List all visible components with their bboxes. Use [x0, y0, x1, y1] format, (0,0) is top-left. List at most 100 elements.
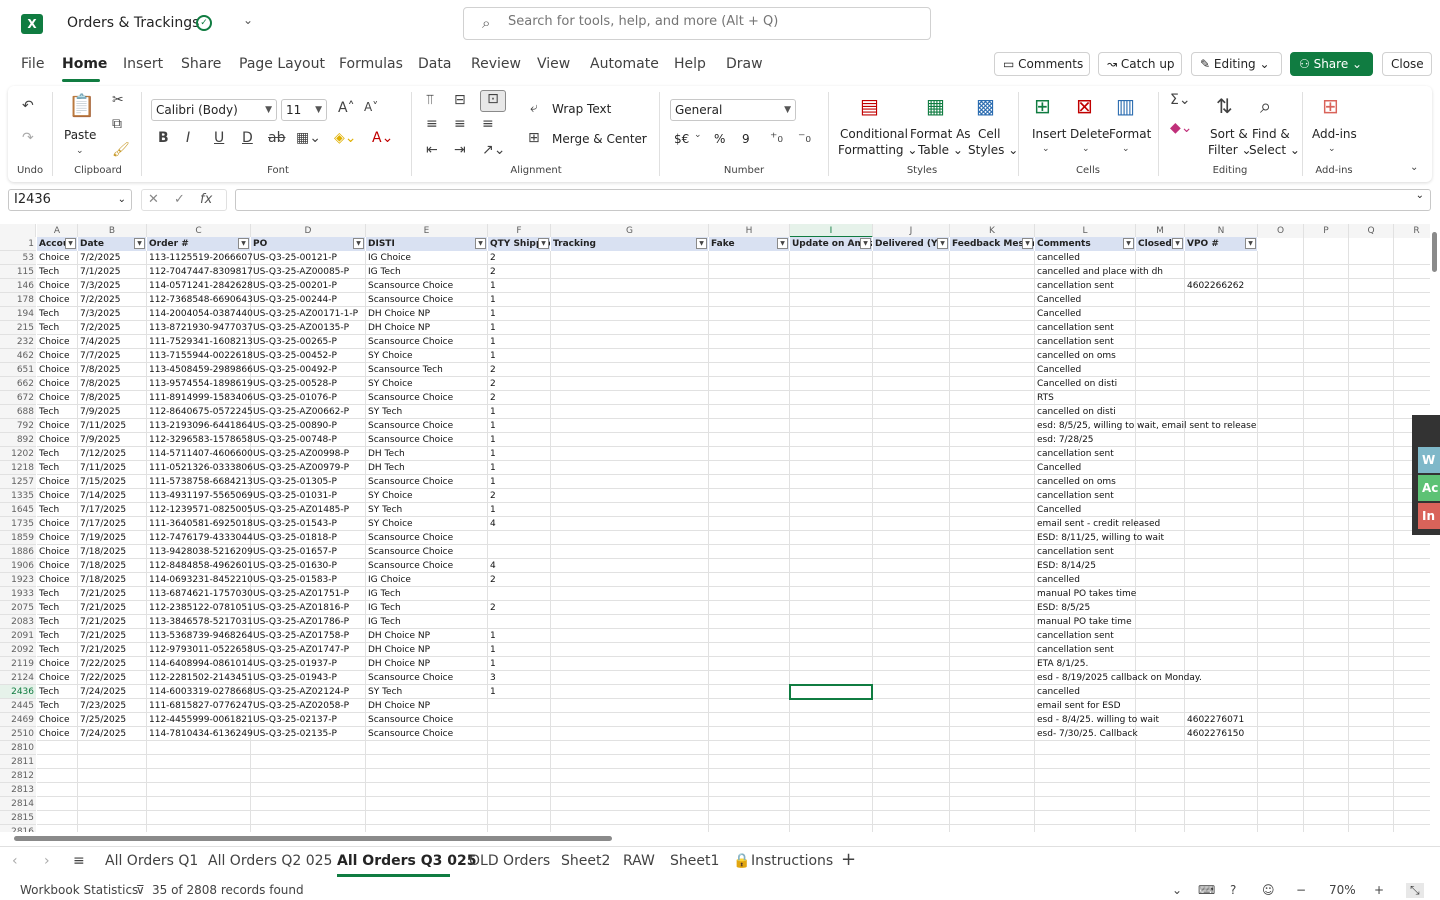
catch-up-button[interactable]: ↝ Catch up	[1098, 52, 1182, 76]
menu-draw[interactable]: Draw	[726, 56, 763, 72]
cell-a[interactable]: Choice	[37, 377, 69, 391]
cell-e[interactable]: IG Tech	[366, 601, 401, 615]
cell-n[interactable]: 4602276071	[1185, 713, 1244, 727]
align-left-icon[interactable]: ≡	[426, 116, 438, 132]
menu-share[interactable]: Share	[181, 56, 221, 72]
filter-dropdown-icon[interactable]: ▼	[777, 238, 788, 249]
cell-c[interactable]: 112-7368548-6690643	[147, 293, 253, 307]
cell-styles-icon[interactable]: ▩	[976, 94, 995, 118]
column-header-i[interactable]: I	[790, 224, 873, 238]
cell-e[interactable]: SY Choice	[366, 517, 413, 531]
cell-a[interactable]: Choice	[37, 419, 69, 433]
header-cell[interactable]: Closed ▼	[1136, 237, 1185, 251]
cell-f[interactable]: 2	[488, 377, 496, 391]
cell-n[interactable]	[1185, 433, 1187, 447]
cell-f[interactable]: 3	[488, 671, 496, 685]
cell-a[interactable]: Choice	[37, 391, 69, 405]
cell-c[interactable]: 111-0521326-0333806	[147, 461, 253, 475]
help-icon[interactable]: ?	[1230, 883, 1236, 897]
row-header[interactable]: 2814	[0, 797, 36, 811]
filter-dropdown-icon[interactable]: ▼	[134, 238, 145, 249]
cell-n[interactable]	[1185, 307, 1187, 321]
header-cell[interactable]: Tracking ▼	[551, 237, 709, 251]
cell-c[interactable]: 112-7047447-8309817	[147, 265, 253, 279]
sheet-tab-all-orders-q2[interactable]: All Orders Q2 025	[208, 853, 332, 869]
cell-e[interactable]: Scansource Choice	[366, 713, 453, 727]
cell-f[interactable]	[488, 699, 490, 713]
bold-icon[interactable]: B	[158, 130, 169, 146]
side-panel-ac[interactable]: Ac	[1418, 475, 1440, 501]
select-label[interactable]: Select ⌄	[1249, 143, 1300, 158]
cell-b[interactable]: 7/21/2025	[78, 629, 126, 643]
cell-d[interactable]: US-Q3-25-00265-P	[251, 335, 337, 349]
cell-d[interactable]: US-Q3-25-01583-P	[251, 573, 337, 587]
cell-b[interactable]: 7/8/2025	[78, 363, 120, 377]
menu-automate[interactable]: Automate	[590, 56, 659, 72]
cell-b[interactable]: 7/21/2025	[78, 587, 126, 601]
cell-b[interactable]: 7/3/2025	[78, 307, 120, 321]
cell-f[interactable]: 1	[488, 349, 496, 363]
cell-b[interactable]: 7/12/2025	[78, 447, 126, 461]
column-header-k[interactable]: K	[950, 224, 1035, 238]
cell-l[interactable]: cancellation sent	[1035, 643, 1114, 657]
row-header[interactable]: 2810	[0, 741, 36, 755]
cell-c[interactable]: 113-7155944-0022618	[147, 349, 253, 363]
cell-l[interactable]: email sent - credit released	[1035, 517, 1160, 531]
cell-f[interactable]: 4	[488, 517, 496, 531]
cell-a[interactable]: Choice	[37, 531, 69, 545]
cell-a[interactable]: Tech	[37, 699, 59, 713]
cell-f[interactable]	[488, 545, 490, 559]
row-header[interactable]: 194	[0, 307, 36, 321]
cell-l[interactable]: esd: 7/28/25	[1035, 433, 1094, 447]
comma-button[interactable]: 9	[742, 132, 750, 147]
cell-c[interactable]: 113-6874621-1757030	[147, 587, 253, 601]
cell-e[interactable]: DH Tech	[366, 447, 405, 461]
cell-c[interactable]: 111-8914999-1583406	[147, 391, 253, 405]
cell-l[interactable]: esd: 8/5/25, willing to wait, email sent…	[1035, 419, 1256, 433]
cell-f[interactable]: 1	[488, 335, 496, 349]
select-all-corner[interactable]	[0, 224, 36, 237]
row-header[interactable]: 146	[0, 279, 36, 293]
row-header[interactable]: 688	[0, 405, 36, 419]
row-header[interactable]: 2445	[0, 699, 36, 713]
cell-c[interactable]: 114-5711407-4606600	[147, 447, 253, 461]
cell-l[interactable]: esd - 8/19/2025 callback on Monday.	[1035, 671, 1202, 685]
menu-data[interactable]: Data	[418, 56, 451, 72]
header-cell[interactable]: PO ▼	[251, 237, 366, 251]
cell-f[interactable]: 2	[488, 363, 496, 377]
cell-e[interactable]: DH Choice NP	[366, 307, 430, 321]
cell-d[interactable]: US-Q3-25-AZ00979-P	[251, 461, 349, 475]
cell-l[interactable]: cancelled	[1035, 573, 1080, 587]
chevron-down-icon[interactable]: ⌄	[1416, 190, 1424, 201]
autosum-icon[interactable]: Σ⌄	[1170, 92, 1191, 108]
cell-b[interactable]: 7/18/2025	[78, 559, 126, 573]
header-cell[interactable]: Update on Amazon▼	[790, 237, 873, 251]
column-header-n[interactable]: N	[1185, 224, 1258, 238]
cell-c[interactable]: 113-2193096-6441864	[147, 419, 253, 433]
cell-d[interactable]: US-Q3-25-AZ00135-P	[251, 321, 349, 335]
cell-f[interactable]: 1	[488, 279, 496, 293]
percent-button[interactable]: %	[714, 132, 725, 147]
add-ins-button[interactable]: Add-ins	[1312, 127, 1357, 142]
menu-formulas[interactable]: Formulas	[339, 56, 403, 72]
row-header[interactable]: 2075	[0, 601, 36, 615]
cell-d[interactable]: US-Q3-25-01305-P	[251, 475, 337, 489]
cell-n[interactable]: 4602276150	[1185, 727, 1244, 741]
comments-button[interactable]: ▭ Comments	[994, 52, 1090, 76]
cell-l[interactable]: cancellation sent	[1035, 279, 1114, 293]
cell-e[interactable]: Scansource Choice	[366, 293, 453, 307]
workbook-statistics-button[interactable]: Workbook Statistics	[20, 883, 138, 897]
row-header[interactable]: 1257	[0, 475, 36, 489]
row-header[interactable]: 662	[0, 377, 36, 391]
cell-n[interactable]: 4602266262	[1185, 279, 1244, 293]
cell-n[interactable]	[1185, 363, 1187, 377]
cell-b[interactable]: 7/8/2025	[78, 391, 120, 405]
cell-l[interactable]: cancellation sent	[1035, 321, 1114, 335]
all-sheets-menu-icon[interactable]: ≡	[73, 853, 85, 869]
row-header[interactable]: 672	[0, 391, 36, 405]
cell-c[interactable]: 112-9793011-0522658	[147, 643, 253, 657]
header-cell[interactable]: Accou ▼	[37, 237, 78, 251]
cell-d[interactable]: US-Q3-25-AZ00998-P	[251, 447, 349, 461]
cell-n[interactable]	[1185, 559, 1187, 573]
cell-c[interactable]: 112-1239571-0825005	[147, 503, 253, 517]
